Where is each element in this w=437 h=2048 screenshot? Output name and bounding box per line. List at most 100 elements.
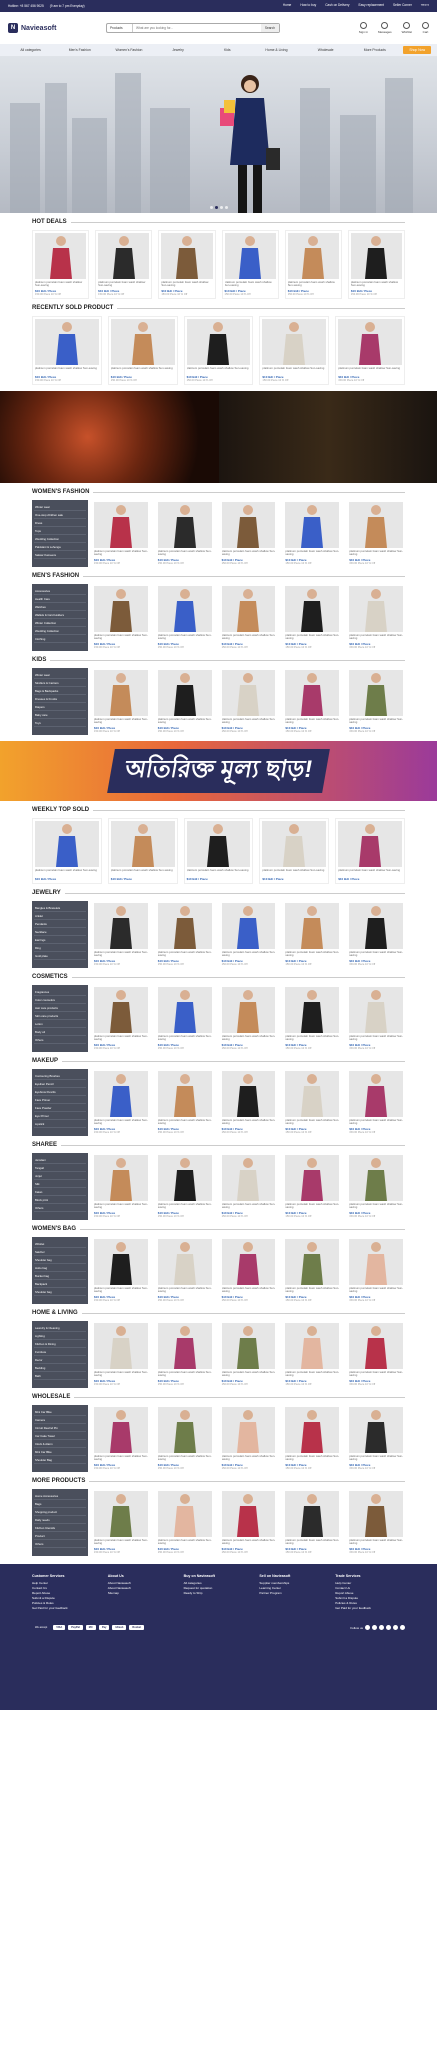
footer-link[interactable]: Partner Program — [259, 1591, 329, 1596]
product-card[interactable]: platinum porcelain foam wash shallow Sun… — [183, 316, 254, 385]
category-menu-item[interactable]: Shoulder Bag — [34, 1456, 86, 1464]
category-menu-item[interactable]: Watches — [34, 603, 86, 611]
category-menu-item[interactable]: Bucket bag — [34, 1272, 86, 1280]
product-card[interactable]: platinum porcelain foam wash shallow Sun… — [92, 668, 150, 735]
category-menu-item[interactable]: Clock & Alarm — [34, 1440, 86, 1448]
product-card[interactable]: platinum porcelain foam wash shallow Sun… — [219, 985, 278, 1052]
product-card[interactable]: platinum porcelain foam wash shallow Sun… — [221, 230, 279, 299]
hero-banner[interactable] — [0, 56, 437, 213]
twitter-icon[interactable] — [372, 1625, 377, 1630]
youtube-icon[interactable] — [386, 1625, 391, 1630]
product-card[interactable]: platinum porcelain foam wash shallow Sun… — [219, 1153, 278, 1220]
category-menu-item[interactable]: Color cosmetics — [34, 996, 86, 1004]
category-menu-item[interactable]: Skin care products — [34, 1012, 86, 1020]
product-card[interactable]: platinum porcelain foam wash shallow Sun… — [158, 230, 216, 299]
top-link-seller[interactable]: Seller Corner — [393, 3, 412, 9]
category-menu-item[interactable]: Block print — [34, 1196, 86, 1204]
category-menu-item[interactable]: Eye Primer — [34, 1112, 86, 1120]
product-card[interactable]: platinum porcelain foam wash shallow Sun… — [183, 818, 254, 884]
product-card[interactable]: platinum porcelain foam wash shallow Sun… — [283, 584, 342, 651]
category-menu-item[interactable]: Bags — [34, 1500, 86, 1508]
linkedin-icon[interactable] — [393, 1625, 398, 1630]
category-menu-item[interactable]: Face Powder — [34, 1104, 86, 1112]
category-menu-item[interactable]: Strollers & Carriers — [34, 679, 86, 687]
footer-link[interactable]: Get Paid for your feedback — [32, 1606, 102, 1611]
category-menu-item[interactable]: Hair care products — [34, 1004, 86, 1012]
category-menu-item[interactable]: Car Cake Towel — [34, 1432, 86, 1440]
category-menu-item[interactable]: Kitchen Utensils — [34, 1524, 86, 1532]
product-card[interactable]: platinum porcelain foam wash shallow Sun… — [347, 230, 406, 299]
category-menu-item[interactable]: Pendants — [34, 920, 86, 928]
category-menu-item[interactable]: Others — [34, 1540, 86, 1548]
jewelry-promo-banner[interactable] — [0, 391, 437, 483]
product-card[interactable]: platinum porcelain foam wash shallow Sun… — [219, 901, 278, 968]
product-card[interactable]: platinum porcelain foam wash shallow Sun… — [283, 1237, 342, 1304]
category-menu-item[interactable]: Winter wear — [34, 503, 86, 511]
product-card[interactable]: platinum porcelain foam wash shallow Sun… — [283, 1405, 342, 1472]
product-card[interactable]: platinum porcelain foam wash shallow Sun… — [347, 1321, 405, 1388]
category-menu-item[interactable]: Satchel — [34, 1248, 86, 1256]
category-menu-item[interactable]: Hobo bag — [34, 1264, 86, 1272]
product-card[interactable]: platinum porcelain foam wash shallow Sun… — [155, 901, 214, 968]
category-menu-item[interactable]: Health Care — [34, 595, 86, 603]
category-menu-item[interactable]: Eyebrow Pencils — [34, 1088, 86, 1096]
nav-jewelry[interactable]: Jewelry — [154, 48, 203, 52]
top-link-replacement[interactable]: Easy replacement — [359, 3, 385, 9]
product-card[interactable]: platinum porcelain foam wash shallow Sun… — [335, 316, 405, 385]
category-menu-item[interactable]: Wedding Collection — [34, 627, 86, 635]
cart-button[interactable]: Cart — [422, 22, 429, 34]
product-card[interactable]: platinum porcelain foam wash shallow Sun… — [92, 1069, 150, 1136]
category-menu-item[interactable]: Salwar Kameeze — [34, 551, 86, 559]
product-card[interactable]: platinum porcelain foam wash shallow Sun… — [283, 901, 342, 968]
nav-mens-fashion[interactable]: Men's Fashion — [55, 48, 104, 52]
product-card[interactable]: platinum porcelain foam wash shallow Sun… — [283, 985, 342, 1052]
category-menu-item[interactable]: Winter wear — [34, 671, 86, 679]
product-card[interactable]: platinum porcelain foam wash shallow Sun… — [95, 230, 153, 299]
product-card[interactable]: platinum porcelain foam wash shallow Sun… — [155, 500, 214, 567]
product-card[interactable]: platinum porcelain foam wash shallow Sun… — [155, 1405, 214, 1472]
product-card[interactable]: platinum porcelain foam wash shallow Sun… — [155, 1321, 214, 1388]
category-menu-item[interactable]: Toys — [34, 719, 86, 727]
footer-link[interactable]: Sitemap — [108, 1591, 178, 1596]
product-card[interactable]: platinum porcelain foam wash shallow Sun… — [219, 584, 278, 651]
product-card[interactable]: platinum porcelain foam wash shallow Sun… — [347, 1405, 405, 1472]
product-card[interactable]: platinum porcelain foam wash shallow Sun… — [347, 1153, 405, 1220]
nav-all-categories[interactable]: All categories — [6, 48, 55, 52]
category-menu-item[interactable]: Bath — [34, 1372, 86, 1380]
category-menu-item[interactable]: Shoulder bag — [34, 1288, 86, 1296]
product-card[interactable]: platinum porcelain foam wash shallow Sun… — [259, 316, 330, 385]
nav-more-products[interactable]: More Products — [350, 48, 399, 52]
category-menu-item[interactable]: Bangles & Bracelets — [34, 904, 86, 912]
product-card[interactable]: platinum porcelain foam wash shallow Sun… — [219, 1405, 278, 1472]
category-menu-item[interactable]: Bags & Backpacks — [34, 687, 86, 695]
category-menu-item[interactable]: Camera — [34, 1416, 86, 1424]
category-menu-item[interactable]: Fragrances — [34, 988, 86, 996]
category-menu-item[interactable]: Baby care — [34, 711, 86, 719]
category-menu-item[interactable]: Shoulder bag — [34, 1256, 86, 1264]
category-menu-item[interactable]: Anklet — [34, 912, 86, 920]
category-menu-item[interactable]: Dresses & Frocks — [34, 695, 86, 703]
category-menu-item[interactable]: Lighting — [34, 1332, 86, 1340]
category-menu-item[interactable]: One-stop children sale — [34, 511, 86, 519]
category-menu-item[interactable]: Daily needs — [34, 1516, 86, 1524]
search-input[interactable] — [133, 24, 261, 32]
category-menu-item[interactable]: Tops — [34, 527, 86, 535]
category-menu-item[interactable]: Others — [34, 1036, 86, 1044]
product-card[interactable]: platinum porcelain foam wash shallow Sun… — [283, 1153, 342, 1220]
category-menu-item[interactable]: Diapers — [34, 703, 86, 711]
search-button[interactable]: Search — [260, 24, 279, 32]
product-card[interactable]: platinum porcelain foam wash shallow Sun… — [219, 1069, 278, 1136]
product-card[interactable]: platinum porcelain foam wash shallow Sun… — [92, 1237, 150, 1304]
product-card[interactable]: platinum porcelain foam wash shallow Sun… — [155, 1237, 214, 1304]
category-menu-item[interactable]: Bedding — [34, 1364, 86, 1372]
footer-link[interactable]: Ready to Ship — [184, 1591, 254, 1596]
sign-in-button[interactable]: Sign in — [359, 22, 368, 34]
category-menu-item[interactable]: Earrings — [34, 936, 86, 944]
pinterest-icon[interactable] — [400, 1625, 405, 1630]
product-card[interactable]: platinum porcelain foam wash shallow Sun… — [347, 985, 405, 1052]
category-menu-item[interactable]: Jamdani — [34, 1156, 86, 1164]
product-card[interactable]: platinum porcelain foam wash shallow Sun… — [32, 230, 90, 299]
product-card[interactable]: platinum porcelain foam wash shallow Sun… — [283, 1489, 342, 1556]
product-card[interactable]: platinum porcelain foam wash shallow Sun… — [155, 1153, 214, 1220]
messages-button[interactable]: Messages — [378, 22, 392, 34]
